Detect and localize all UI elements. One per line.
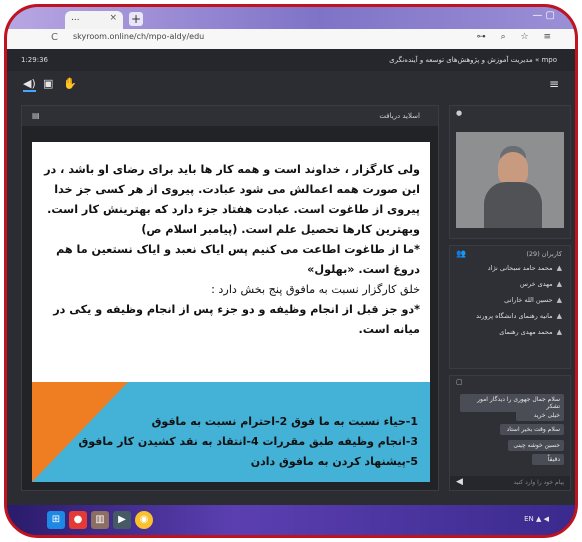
new-tab-button[interactable]: + [129, 12, 143, 26]
session-timer: 1:29:36 [21, 56, 48, 64]
slide-list: 1-حیاء نسبت به ما فوق 2-احترام نسبت به م… [38, 412, 418, 472]
camera-icon[interactable]: ● [456, 109, 462, 117]
system-tray[interactable]: EN ▲ ◀ [524, 515, 549, 523]
screenshot-frame: ... × + — ▢ C skyroom.online/ch/mpo-aldy… [4, 4, 578, 538]
content-panel-title: اسلاید دریافت [379, 112, 420, 120]
speaker-icon[interactable]: ◀) [23, 77, 36, 92]
user-name: مانیه رهنمای دانشگاه پرورند [476, 312, 553, 320]
users-list: ▲محمد حامد سبحانی نژاد ▲مهدی خرس ▲حسین ا… [458, 264, 562, 344]
slide-line: میانه است. [358, 323, 420, 336]
user-icon: ▲ [556, 280, 562, 288]
user-row[interactable]: ▲محمد مهدی رهنمای [458, 328, 562, 344]
user-icon: ▲ [556, 264, 562, 272]
users-header: 👥 کاربران (29) [450, 246, 570, 262]
webcam-panel: ● [449, 105, 571, 239]
chat-message: سلام وقت بخیر استاد [500, 424, 564, 435]
browser-action-icons[interactable]: ⊶ ⌕ ☆ ≡ [477, 32, 557, 42]
chat-panel: ▢ سلام جمال جهوری را دیدگار امور تشکر خی… [449, 375, 571, 491]
user-name: حسین الله خارانی [504, 296, 553, 304]
slide-line: ولی کارگزار ، خداوند است و همه کار ها با… [44, 163, 420, 176]
browser-tab[interactable]: ... × [65, 11, 123, 29]
user-icon: ▲ [556, 328, 562, 336]
presenter-face [498, 152, 528, 186]
users-panel: 👥 کاربران (29) ▲محمد حامد سبحانی نژاد ▲م… [449, 245, 571, 369]
chat-message: حسین خوشه چینی [508, 440, 564, 451]
presentation-slide: ولی کارگزار ، خداوند است و همه کار ها با… [32, 142, 430, 482]
user-row[interactable]: ▲حسین الله خارانی [458, 296, 562, 312]
screen-icon[interactable]: ▣ [43, 77, 53, 90]
reload-icon[interactable]: C [51, 32, 58, 43]
chat-header: ▢ [450, 376, 570, 390]
slide-list-item: 3-انجام وظیفه طبق مقررات 4-انتقاد به نقد… [78, 435, 418, 448]
chat-icon: ▢ [456, 378, 463, 386]
user-row[interactable]: ▲مهدی خرس [458, 280, 562, 296]
panel-icon[interactable]: ▤ [32, 111, 40, 120]
user-name: محمد حامد سبحانی نژاد [487, 264, 553, 272]
user-icon: ▲ [556, 296, 562, 304]
slide-line: پیروی از طاغوت است. عبادت هفتاد جزء دارد… [47, 203, 420, 216]
windows-start-icon[interactable]: ⊞ [47, 511, 65, 529]
chat-message: دقیقاً [532, 454, 564, 465]
menu-icon[interactable]: ≡ [549, 77, 559, 91]
browser-tab-bar: ... × + — ▢ [7, 7, 575, 29]
tab-title: ... [71, 13, 80, 23]
address-bar[interactable]: C skyroom.online/ch/mpo-aldy/edu ⊶ ⌕ ☆ ≡ [7, 29, 575, 50]
slide-text: ولی کارگزار ، خداوند است و همه کار ها با… [40, 160, 420, 340]
users-icon: 👥 [456, 249, 466, 258]
presenter-body [484, 182, 542, 228]
users-title: کاربران (29) [526, 250, 562, 258]
slide-line: *ما از طاغوت اطاعت می کنیم پس ایاک نعبد … [56, 243, 420, 256]
slide-line: این صورت همه اعمالش می شود عبادت. پیروی … [54, 183, 420, 196]
url-text[interactable]: skyroom.online/ch/mpo-aldy/edu [73, 32, 204, 41]
slide-line: خلق کارگزار نسبت به مافوق پنج بخش دارد : [211, 283, 420, 296]
window-controls[interactable]: — ▢ [532, 10, 555, 21]
app-taskbar-icon[interactable]: ● [69, 511, 87, 529]
chrome-taskbar-icon[interactable]: ◉ [135, 511, 153, 529]
user-icon: ▲ [556, 312, 562, 320]
app-header: 1:29:36 mpo » مدیریت آموزش و پژوهش‌های ت… [7, 49, 575, 72]
slide-line: وبهترین کارها تحصیل علم است. (پیامبر اسل… [141, 223, 420, 236]
user-row[interactable]: ▲محمد حامد سبحانی نژاد [458, 264, 562, 280]
webcam-video [456, 132, 564, 228]
slide-line: *دو جز قبل از انجام وظیفه و دو جزء پس از… [53, 303, 420, 316]
user-name: محمد مهدی رهنمای [499, 328, 553, 336]
chat-message: خیلی خرید [516, 410, 564, 421]
media-taskbar-icon[interactable]: ▶ [113, 511, 131, 529]
webcam-header: ● [450, 106, 570, 122]
slide-list-item: 1-حیاء نسبت به ما فوق 2-احترام نسبت به م… [151, 415, 418, 428]
user-row[interactable]: ▲مانیه رهنمای دانشگاه پرورند [458, 312, 562, 328]
content-panel: ▤ اسلاید دریافت ولی کارگزار ، خداوند است… [21, 105, 439, 491]
user-name: مهدی خرس [520, 280, 553, 288]
chat-input[interactable]: پیام خود را وارد کنید ◀ [450, 476, 570, 490]
app-toolbar: ◀) ▣ ✋ ≡ [7, 71, 575, 97]
slide-line: دروغ است. «بهلول» [307, 263, 420, 276]
room-title: mpo » مدیریت آموزش و پژوهش‌های توسعه و آ… [389, 56, 557, 64]
folder-taskbar-icon[interactable]: ▥ [91, 511, 109, 529]
send-icon[interactable]: ◀ [456, 477, 463, 487]
chat-input-placeholder: پیام خود را وارد کنید [513, 479, 564, 486]
content-panel-header: ▤ اسلاید دریافت [22, 106, 438, 126]
tab-close-icon[interactable]: × [109, 13, 117, 23]
os-taskbar: ⊞ ● ▥ ▶ ◉ EN ▲ ◀ [7, 505, 575, 535]
hand-icon[interactable]: ✋ [63, 77, 77, 90]
slide-list-item: 5-پیشنهاد کردن به مافوق دادن [250, 455, 418, 468]
